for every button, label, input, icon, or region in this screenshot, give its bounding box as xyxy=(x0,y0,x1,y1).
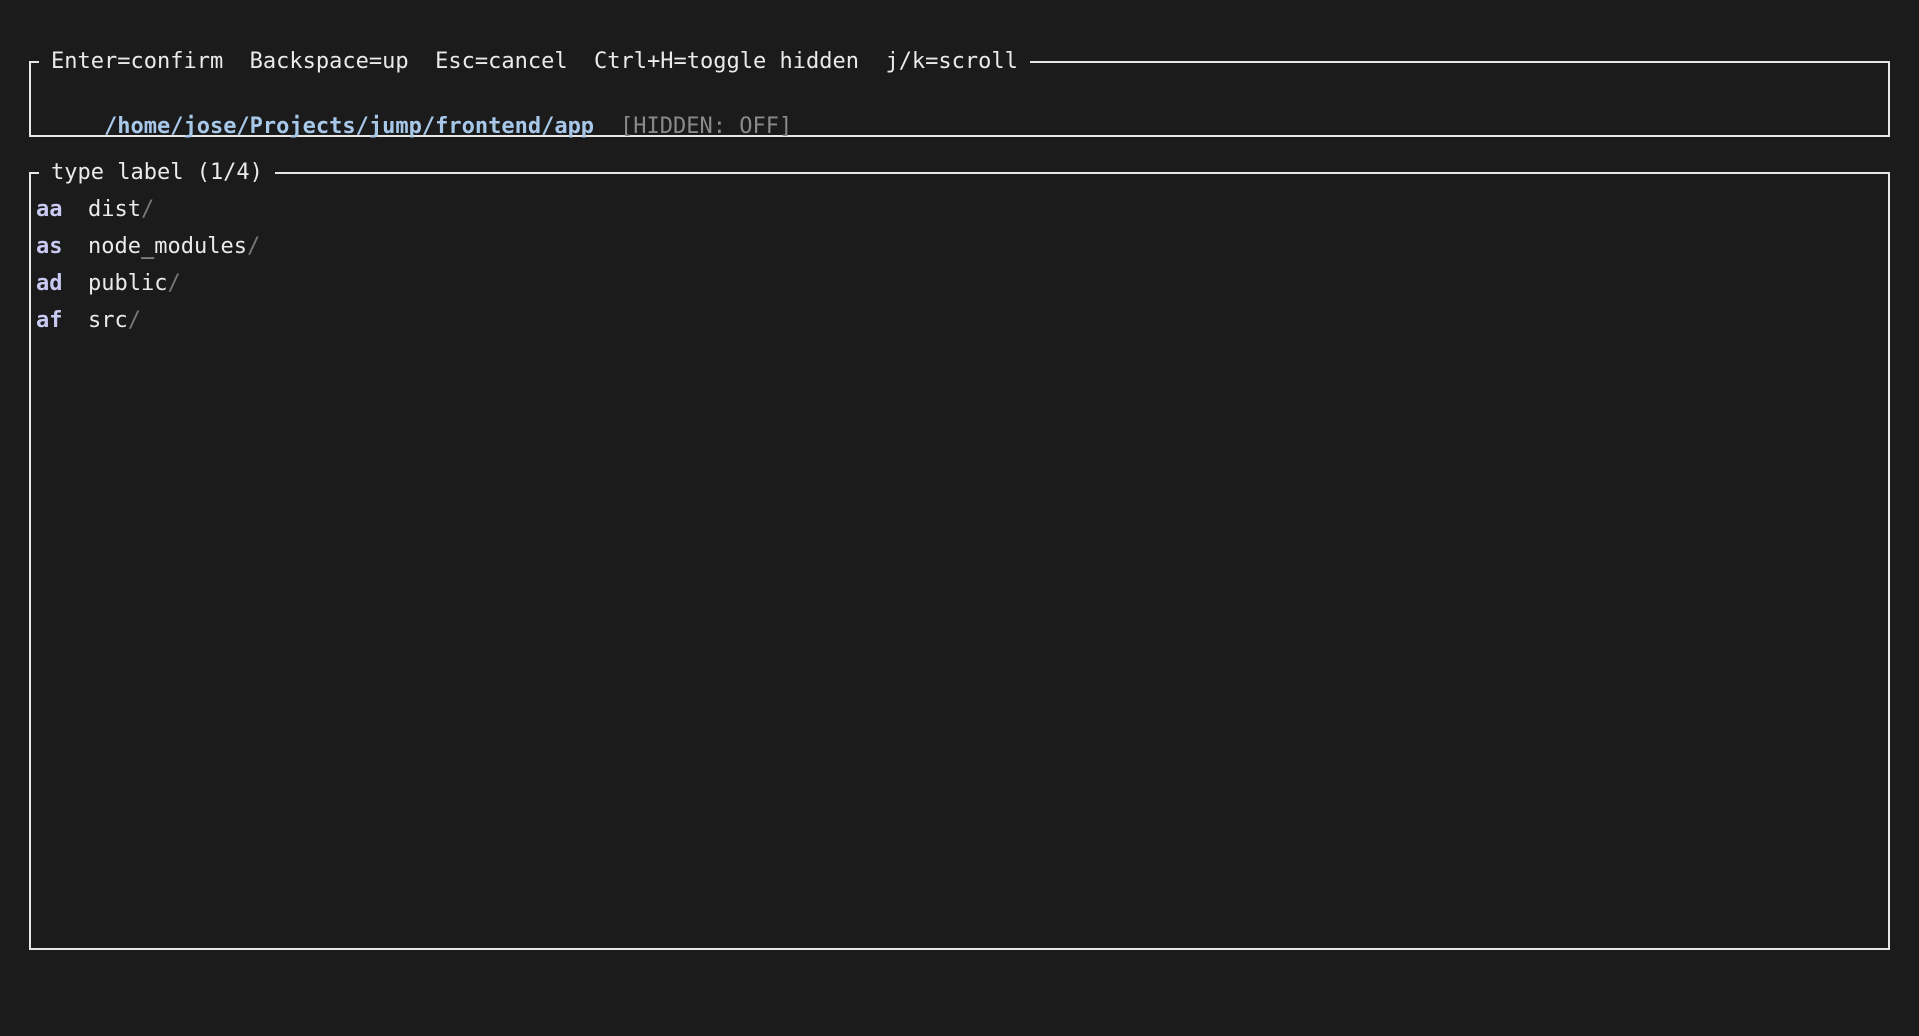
list-item[interactable]: ad public / xyxy=(36,270,260,307)
directory-slash: / xyxy=(246,234,261,259)
directory-name: dist xyxy=(88,197,141,222)
directory-slash: / xyxy=(167,271,181,296)
directory-list-panel: type label (1/4) aa dist / as node_modules /… xyxy=(29,159,1890,950)
directory-slash: / xyxy=(127,308,141,333)
jump-label: af xyxy=(36,308,63,333)
jump-label: as xyxy=(36,234,63,259)
directory-name: public xyxy=(88,271,168,296)
list-item[interactable]: as node_modules / xyxy=(36,233,260,270)
keybindings-hint: Enter=confirm Backspace=up Esc=cancel Ct… xyxy=(39,48,1030,76)
directory-slash: / xyxy=(140,197,155,222)
current-path: /home/jose/Projects/jump/frontend/app xyxy=(103,114,595,139)
hidden-toggle-status: [HIDDEN: OFF] xyxy=(620,114,793,139)
path-row: /home/jose/Projects/jump/frontend/app [HI… xyxy=(51,85,792,169)
jump-label: aa xyxy=(36,197,63,222)
list-title: type label (1/4) xyxy=(39,159,275,187)
list-item[interactable]: aa dist / xyxy=(36,196,260,233)
directory-name: src xyxy=(88,308,128,333)
directory-name: node_modules xyxy=(88,234,247,259)
header-panel: Enter=confirm Backspace=up Esc=cancel Ct… xyxy=(29,48,1890,139)
jump-label: ad xyxy=(36,271,63,296)
directory-list: aa dist / as node_modules / ad public / af src / xyxy=(36,196,260,344)
list-item[interactable]: af src / xyxy=(36,307,260,344)
